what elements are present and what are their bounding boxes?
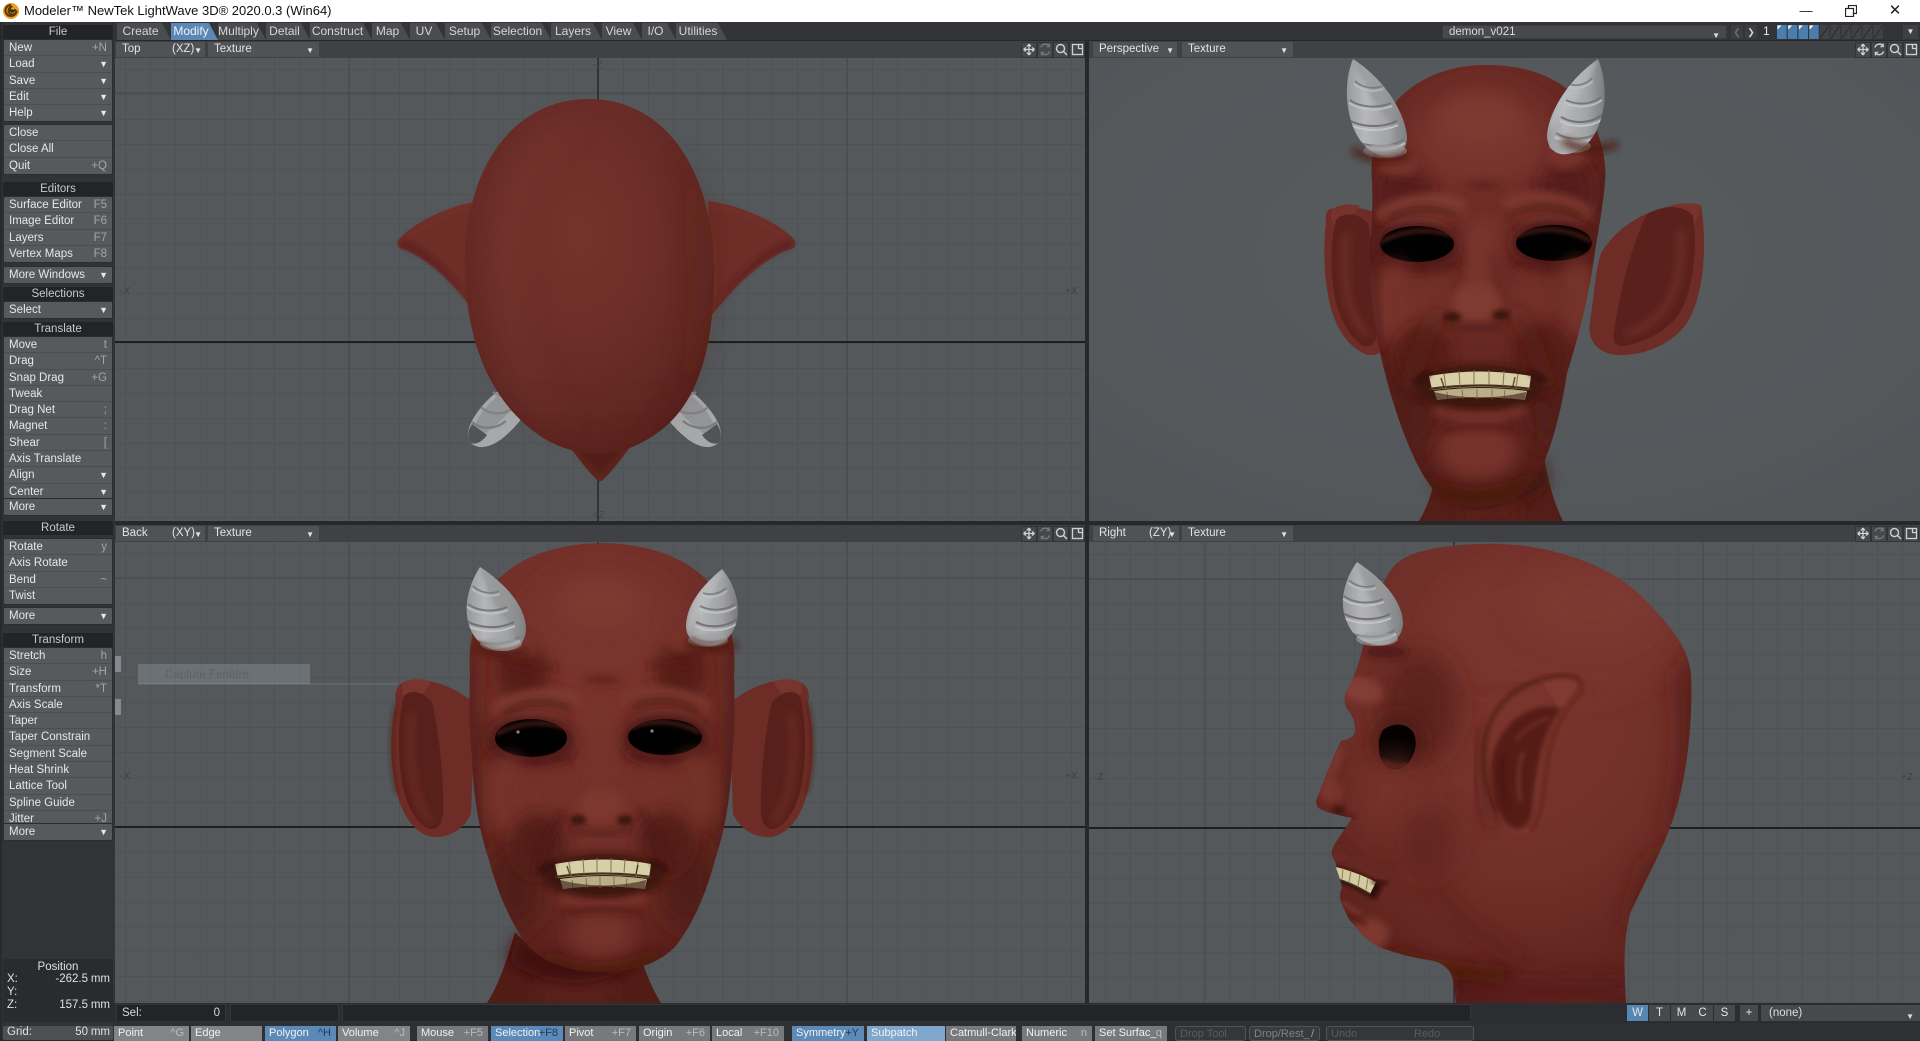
- svg-text:-X: -X: [120, 286, 130, 297]
- svg-text:-Z: -Z: [1094, 772, 1103, 783]
- svg-text:Capture Fenêtre: Capture Fenêtre: [165, 669, 249, 681]
- svg-text:-X: -X: [120, 771, 130, 782]
- svg-text:+Z: +Z: [593, 510, 605, 521]
- svg-text:+Z: +Z: [1901, 772, 1913, 783]
- svg-text:+X: +X: [1065, 286, 1078, 297]
- svg-text:+X: +X: [1065, 771, 1078, 782]
- svg-text:-Z: -Z: [593, 60, 602, 71]
